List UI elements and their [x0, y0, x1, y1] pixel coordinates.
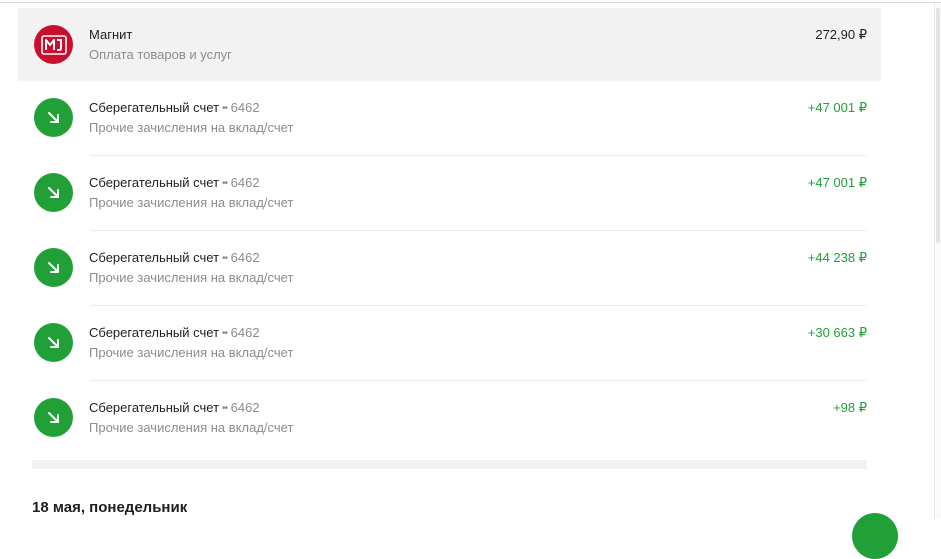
- account-mask: •• 6462: [222, 400, 260, 415]
- transaction-row[interactable]: Сберегательный счет •• 6462 Прочие зачисл…: [18, 156, 881, 231]
- date-group-header: 18 мая, понедельник: [32, 499, 188, 516]
- transaction-list: Магнит Оплата товаров и услуг 272,90 ₽ С…: [18, 8, 881, 456]
- transaction-row[interactable]: Сберегательный счет •• 6462 Прочие зачисл…: [18, 306, 881, 381]
- transaction-amount: +98 ₽: [833, 400, 867, 415]
- transaction-amount: +30 663 ₽: [807, 325, 867, 340]
- scrollbar-thumb[interactable]: [936, 8, 940, 243]
- transaction-category: Прочие зачисления на вклад/счет: [89, 270, 294, 285]
- account-name-label: Сберегательный счет: [89, 100, 220, 115]
- magnit-logo-icon: [34, 25, 73, 64]
- account-mask: •• 6462: [222, 175, 260, 190]
- account-name: Сберегательный счет •• 6462: [89, 325, 260, 340]
- transaction-amount: +47 001 ₽: [807, 175, 867, 190]
- transaction-category: Прочие зачисления на вклад/счет: [89, 345, 294, 360]
- account-last-digits: 6462: [230, 250, 260, 265]
- account-mask: •• 6462: [222, 100, 260, 115]
- account-name: Сберегательный счет •• 6462: [89, 100, 260, 115]
- transaction-category: Прочие зачисления на вклад/счет: [89, 120, 294, 135]
- account-last-digits: 6462: [230, 325, 260, 340]
- incoming-arrow-icon: [34, 248, 73, 287]
- account-name-label: Сберегательный счет: [89, 250, 220, 265]
- account-name-label: Сберегательный счет: [89, 325, 220, 340]
- account-name-label: Сберегательный счет: [89, 400, 220, 415]
- account-mask: •• 6462: [222, 250, 260, 265]
- account-mask: •• 6462: [222, 325, 260, 340]
- transaction-category: Оплата товаров и услуг: [89, 47, 232, 62]
- group-footer: [32, 460, 867, 469]
- transaction-category: Прочие зачисления на вклад/счет: [89, 420, 294, 435]
- transaction-row[interactable]: Сберегательный счет •• 6462 Прочие зачисл…: [18, 81, 881, 156]
- account-name: Сберегательный счет •• 6462: [89, 400, 260, 415]
- transaction-amount: +47 001 ₽: [807, 100, 867, 115]
- transaction-row[interactable]: Сберегательный счет •• 6462 Прочие зачисл…: [18, 381, 881, 456]
- account-last-digits: 6462: [230, 400, 260, 415]
- transaction-row[interactable]: Сберегательный счет •• 6462 Прочие зачисл…: [18, 231, 881, 306]
- transaction-amount: 272,90 ₽: [815, 27, 867, 42]
- merchant-name: Магнит: [89, 27, 133, 42]
- account-last-digits: 6462: [230, 175, 260, 190]
- account-name-label: Сберегательный счет: [89, 175, 220, 190]
- transaction-category: Прочие зачисления на вклад/счет: [89, 195, 294, 210]
- incoming-arrow-icon: [34, 98, 73, 137]
- account-name: Сберегательный счет •• 6462: [89, 175, 260, 190]
- incoming-arrow-icon: [34, 398, 73, 437]
- incoming-arrow-icon: [34, 173, 73, 212]
- top-divider: [0, 2, 941, 3]
- incoming-arrow-icon: [34, 323, 73, 362]
- floating-action-button[interactable]: [852, 513, 898, 559]
- account-last-digits: 6462: [230, 100, 260, 115]
- account-name: Сберегательный счет •• 6462: [89, 250, 260, 265]
- transaction-row[interactable]: Магнит Оплата товаров и услуг 272,90 ₽: [18, 8, 881, 81]
- transaction-amount: +44 238 ₽: [807, 250, 867, 265]
